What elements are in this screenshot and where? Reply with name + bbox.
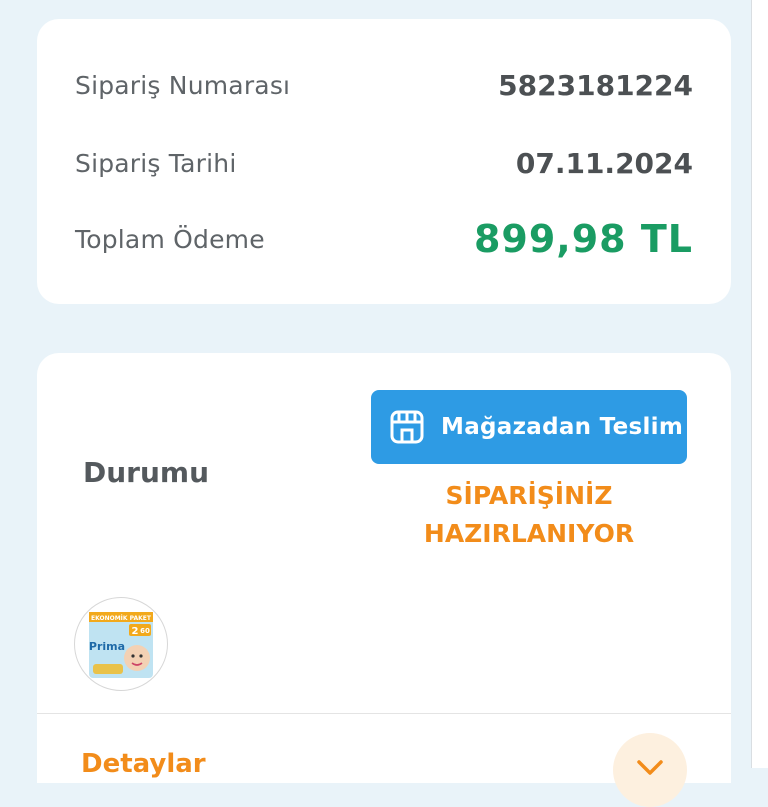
order-number-row: Sipariş Numarası 5823181224	[75, 65, 693, 105]
expand-details-button[interactable]	[613, 733, 687, 807]
order-summary-card: Sipariş Numarası 5823181224 Sipariş Tari…	[37, 19, 731, 304]
store-icon	[387, 407, 427, 447]
total-payment-label: Toplam Ödeme	[75, 224, 265, 254]
product-brand: Prima	[89, 640, 125, 653]
store-pickup-badge: Mağazadan Teslim	[371, 390, 687, 464]
order-status-text: SİPARİŞİNİZ HAZIRLANIYOR	[423, 481, 635, 548]
order-status-card: Durumu Mağazadan Teslim SİPARİŞİNİZ HAZI…	[37, 353, 731, 807]
product-count: 60	[140, 627, 150, 635]
product-thumbnail[interactable]: EKONOMİK PAKET 2 60 Prima	[74, 597, 168, 691]
status-label: Durumu	[83, 456, 210, 489]
product-banner: EKONOMİK PAKET	[91, 615, 152, 622]
total-payment-value: 899,98 TL	[473, 217, 693, 261]
total-payment-row: Toplam Ödeme 899,98 TL	[75, 217, 693, 261]
product-size: 2	[132, 626, 139, 637]
order-number-value: 5823181224	[498, 68, 693, 102]
store-pickup-label: Mağazadan Teslim	[441, 414, 684, 440]
order-number-label: Sipariş Numarası	[75, 70, 291, 100]
order-date-value: 07.11.2024	[515, 146, 693, 180]
details-link[interactable]: Detaylar	[81, 749, 206, 779]
card-divider	[37, 713, 731, 714]
chevron-down-icon	[636, 759, 664, 781]
scrollbar-track	[751, 0, 768, 768]
order-date-label: Sipariş Tarihi	[75, 148, 237, 178]
order-date-row: Sipariş Tarihi 07.11.2024	[75, 143, 693, 183]
